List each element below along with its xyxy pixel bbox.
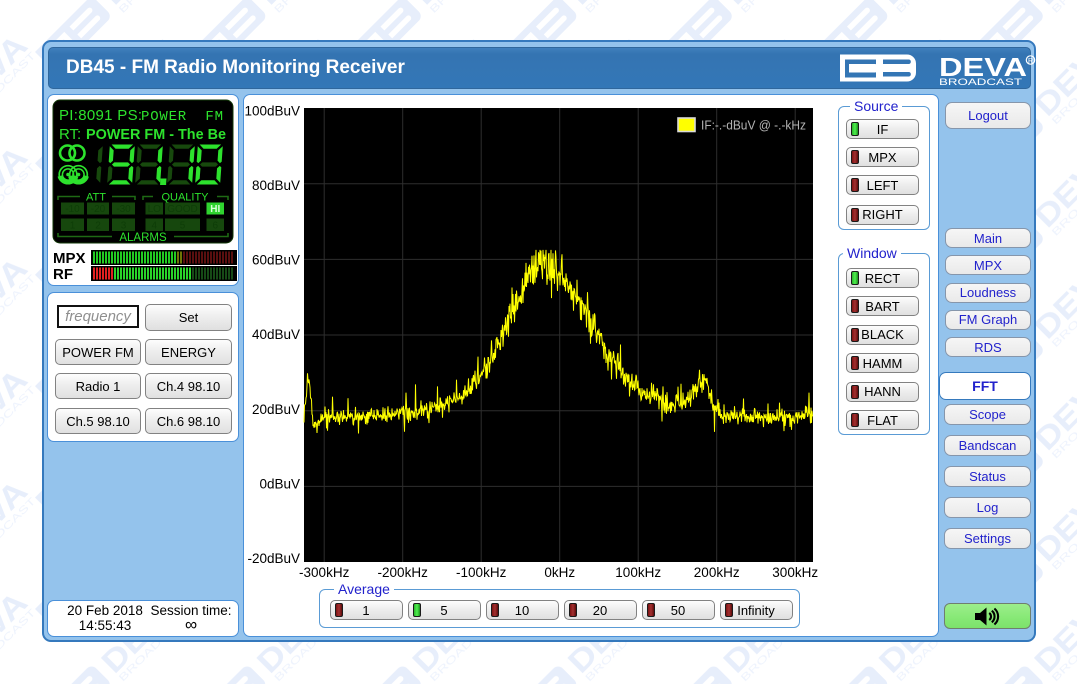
svg-text:200kHz: 200kHz <box>694 565 740 580</box>
svg-text:4: 4 <box>151 221 157 232</box>
svg-text:-300kHz: -300kHz <box>299 565 350 580</box>
svg-text:PI:8091 PS:: PI:8091 PS: <box>59 107 142 124</box>
svg-text:POWER FM: POWER FM <box>141 109 224 125</box>
svg-text:-20dBuV: -20dBuV <box>247 551 300 566</box>
svg-text:QUALITY: QUALITY <box>161 192 209 204</box>
svg-text:-10: -10 <box>65 204 80 215</box>
svg-text:IF:-.-dBuV @ -.-kHz: IF:-.-dBuV @ -.-kHz <box>701 118 806 133</box>
svg-text:-200kHz: -200kHz <box>378 565 429 580</box>
svg-text:HI: HI <box>210 204 220 215</box>
svg-text:GOOD: GOOD <box>167 204 198 215</box>
svg-text:LO: LO <box>148 204 162 215</box>
svg-text:MPX: MPX <box>53 250 86 267</box>
svg-text:R: R <box>1028 58 1033 65</box>
svg-text:100kHz: 100kHz <box>615 565 661 580</box>
svg-text:-30: -30 <box>116 204 131 215</box>
svg-text:6: 6 <box>212 221 218 232</box>
svg-text:40dBuV: 40dBuV <box>252 327 300 342</box>
svg-text:POWER FM - The Be: POWER FM - The Be <box>86 126 226 143</box>
svg-text:3: 3 <box>121 221 127 232</box>
svg-text:ATT: ATT <box>86 192 106 204</box>
svg-text:RT:: RT: <box>59 126 81 143</box>
svg-text:5: 5 <box>180 221 186 232</box>
svg-text:100dBuV: 100dBuV <box>244 104 300 119</box>
svg-text:ALARMS: ALARMS <box>119 232 167 244</box>
svg-text:300kHz: 300kHz <box>772 565 818 580</box>
svg-text:RF: RF <box>53 266 73 283</box>
svg-text:60dBuV: 60dBuV <box>252 253 300 268</box>
svg-text:20dBuV: 20dBuV <box>252 402 300 417</box>
svg-text:-20: -20 <box>91 204 106 215</box>
svg-text:2: 2 <box>95 221 101 232</box>
svg-text:1: 1 <box>70 221 76 232</box>
svg-text:80dBuV: 80dBuV <box>252 178 300 193</box>
svg-text:0kHz: 0kHz <box>544 565 575 580</box>
svg-text:BROADCAST: BROADCAST <box>939 77 1022 86</box>
svg-text:-100kHz: -100kHz <box>456 565 507 580</box>
svg-text:0dBuV: 0dBuV <box>259 476 300 491</box>
